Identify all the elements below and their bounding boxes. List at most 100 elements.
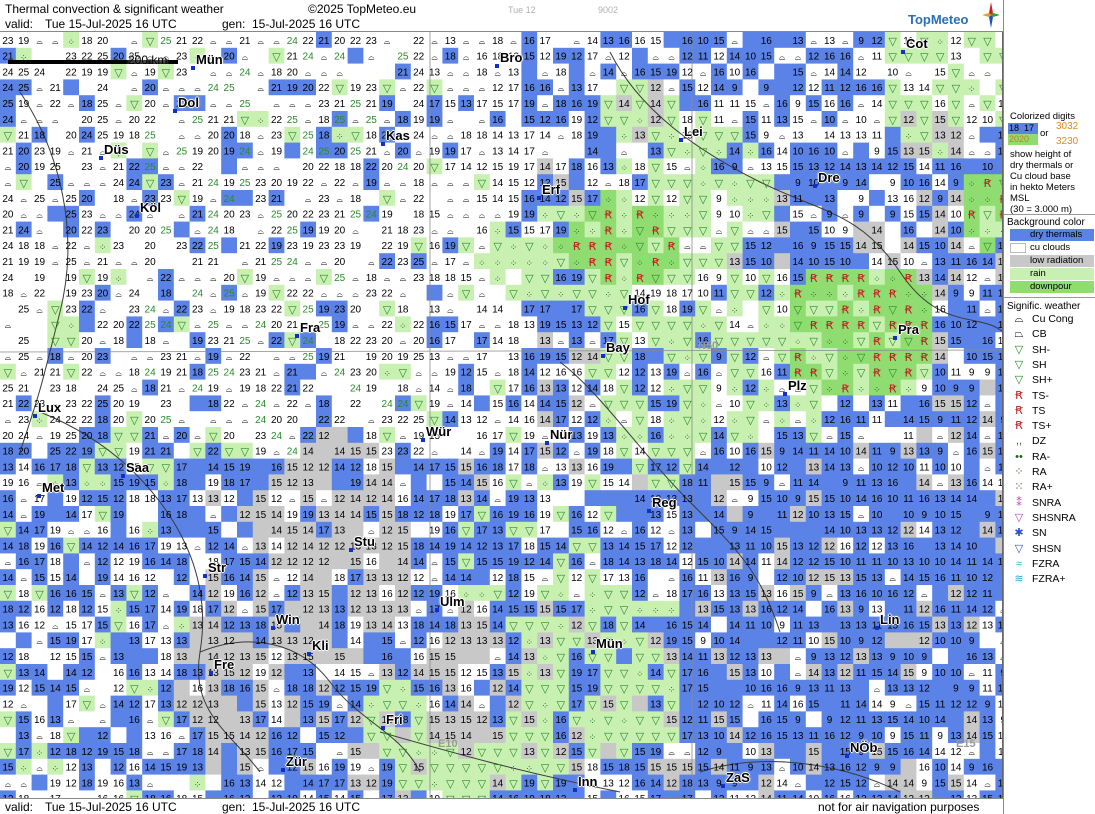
svg-text:▽: ▽ [936, 51, 945, 64]
svg-text:18: 18 [508, 336, 520, 347]
city-label[interactable]: ZaS [726, 770, 750, 785]
svg-text:⌓: ⌓ [179, 732, 186, 741]
svg-text:17: 17 [445, 336, 457, 347]
svg-text:▽: ▽ [620, 619, 629, 632]
svg-text:▽: ▽ [367, 730, 376, 743]
svg-text:Ꞧ: Ꞧ [873, 351, 881, 364]
city-label[interactable]: Ulm [440, 594, 465, 609]
city-label[interactable]: Reg [652, 495, 677, 510]
svg-text:⌓: ⌓ [479, 290, 486, 299]
city-label[interactable]: Nür [550, 427, 572, 442]
svg-text:⌓: ⌓ [463, 258, 470, 267]
svg-text:⌓: ⌓ [115, 116, 122, 125]
svg-text:⁘: ⁘ [968, 85, 976, 95]
svg-text:17: 17 [508, 99, 520, 110]
city-label[interactable]: Win [276, 612, 300, 627]
svg-text:⁘: ⁘ [510, 243, 518, 253]
city-label[interactable]: Mün [596, 636, 623, 651]
svg-text:9: 9 [890, 178, 896, 189]
city-label[interactable]: Düs [104, 142, 129, 157]
svg-text:▽: ▽ [114, 619, 123, 632]
svg-text:⌓: ⌓ [115, 258, 122, 267]
city-label[interactable]: Köl [140, 200, 161, 215]
svg-text:25: 25 [208, 368, 220, 379]
city-label[interactable]: Bro [500, 50, 522, 65]
svg-text:17: 17 [461, 146, 473, 157]
city-label[interactable]: Stu [354, 534, 375, 549]
svg-text:⌓: ⌓ [874, 685, 881, 694]
footer-valid-label: valid: [5, 800, 34, 814]
svg-text:⌓: ⌓ [100, 653, 107, 662]
svg-text:⌓: ⌓ [874, 116, 881, 125]
city-label[interactable]: Hof [628, 292, 650, 307]
svg-text:⌓: ⌓ [732, 37, 739, 46]
svg-text:25: 25 [271, 257, 283, 268]
svg-text:⌓: ⌓ [969, 242, 976, 251]
city-label[interactable]: Met [42, 480, 64, 495]
weather-map[interactable]: ⌓ ⌓ ⁘ ⌓ ▽ ⌓ ⌓ ⌓ ⌓ ⌓ ⌓ ⌓ ⌓ ⌓ ⌓ ⌓ ⌓ ⌓ ▽ ▽ ⁘ ▽ ▽ ⁘ ⌓ ⌓ ⁘ ⌓ ⌓ ▽ ⌓ ⌓ ⌓ ⌓ ⌓ ⌓ ⌓ ⌓ ⌓ ⌓… [0, 32, 1003, 798]
city-label[interactable]: Cot [906, 36, 928, 51]
city-label[interactable]: Dre [818, 170, 840, 185]
city-label[interactable]: Erf [542, 182, 560, 197]
svg-text:Ꞧ: Ꞧ [589, 240, 597, 253]
city-label[interactable]: Saa [126, 460, 149, 475]
svg-text:14: 14 [950, 241, 962, 252]
svg-text:▽: ▽ [904, 98, 913, 111]
svg-text:Ꞧ: Ꞧ [889, 288, 897, 301]
svg-text:▽: ▽ [367, 714, 376, 727]
svg-text:⁘: ⁘ [20, 765, 28, 775]
city-label[interactable]: Mün [196, 52, 223, 67]
city-label[interactable]: Kas [386, 128, 410, 143]
city-label[interactable]: Pra [898, 322, 919, 337]
svg-text:19: 19 [666, 67, 678, 78]
city-label[interactable]: Fre [214, 657, 234, 672]
svg-text:⌓: ⌓ [131, 84, 138, 93]
city-label[interactable]: Fra [300, 320, 320, 335]
svg-text:22: 22 [271, 225, 283, 236]
svg-text:▽: ▽ [809, 430, 818, 443]
svg-text:22: 22 [350, 399, 362, 410]
city-label[interactable]: Inn [578, 774, 598, 789]
svg-text:⁘: ⁘ [526, 638, 534, 648]
svg-text:22: 22 [160, 273, 172, 284]
city-label[interactable]: NÖb [850, 740, 877, 755]
svg-text:16: 16 [619, 36, 631, 47]
svg-text:⌓: ⌓ [763, 100, 770, 109]
svg-text:12: 12 [619, 368, 631, 379]
svg-text:⌓: ⌓ [273, 400, 280, 409]
city-label[interactable]: Lux [38, 400, 61, 415]
svg-text:12: 12 [887, 162, 899, 173]
svg-text:▽: ▽ [794, 303, 803, 316]
svg-text:⁘: ⁘ [605, 196, 613, 206]
svg-text:15: 15 [745, 131, 757, 142]
svg-text:▽: ▽ [636, 714, 645, 727]
svg-text:19: 19 [666, 368, 678, 379]
svg-text:⌓: ⌓ [68, 147, 75, 156]
svg-text:18: 18 [571, 131, 583, 142]
city-label[interactable]: Zür [286, 754, 307, 769]
city-label[interactable]: Lin [880, 612, 900, 627]
svg-text:⌓: ⌓ [242, 606, 249, 615]
svg-text:14: 14 [982, 257, 994, 268]
svg-text:▽: ▽ [383, 683, 392, 696]
legend-wx-label: Cu Cong [1032, 313, 1074, 325]
svg-text:19: 19 [318, 225, 330, 236]
svg-text:20: 20 [303, 83, 315, 94]
city-label[interactable]: Str [208, 560, 226, 575]
city-label[interactable]: Dol [178, 95, 199, 110]
city-label[interactable]: Wür [426, 424, 451, 439]
city-label[interactable]: Lei [684, 124, 703, 139]
svg-text:▽: ▽ [541, 762, 550, 775]
svg-text:⌓: ⌓ [621, 416, 628, 425]
svg-text:22: 22 [81, 399, 93, 410]
city-label[interactable]: Kli [312, 638, 329, 653]
svg-text:⁘: ⁘ [146, 528, 154, 538]
svg-text:⌓: ⌓ [258, 337, 265, 346]
svg-text:▽: ▽ [888, 114, 897, 127]
svg-text:⌓: ⌓ [984, 147, 991, 156]
city-label[interactable]: Fri [386, 712, 403, 727]
city-label[interactable]: Bay [606, 340, 630, 355]
svg-text:22: 22 [81, 225, 93, 236]
svg-text:⌓: ⌓ [21, 290, 28, 299]
city-label[interactable]: Plz [788, 378, 807, 393]
